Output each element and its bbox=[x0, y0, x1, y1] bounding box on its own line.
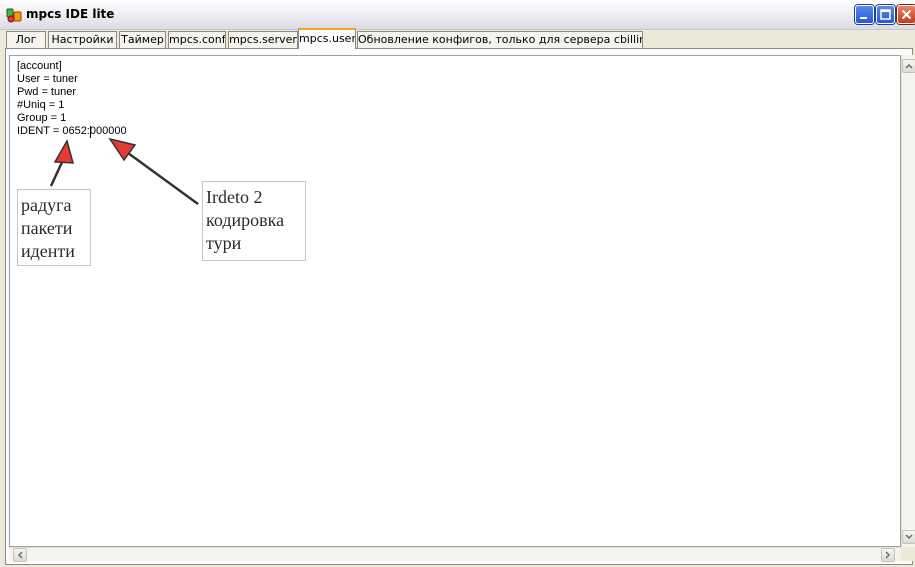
annotation-note-right: Irdeto 2 кодировка тури bbox=[202, 181, 306, 261]
tab-mpcs-user[interactable]: mpcs.user bbox=[298, 28, 356, 49]
annotation-note-left: радуга пакети иденти bbox=[17, 189, 91, 266]
scroll-left-button[interactable] bbox=[13, 548, 27, 562]
note-right-line: Irdeto 2 bbox=[206, 187, 263, 207]
chevron-down-icon bbox=[905, 534, 913, 540]
scroll-right-button[interactable] bbox=[881, 548, 895, 562]
scrollbar-corner bbox=[901, 547, 915, 561]
arrow-head-left bbox=[53, 139, 74, 164]
note-left-line: иденти bbox=[21, 241, 75, 261]
horizontal-scrollbar[interactable] bbox=[9, 547, 901, 562]
arrow-line-right bbox=[127, 151, 199, 206]
note-right-line: тури bbox=[206, 233, 242, 253]
note-right-line: кодировка bbox=[206, 210, 285, 230]
scroll-up-button[interactable] bbox=[902, 59, 915, 73]
chevron-right-icon bbox=[885, 551, 891, 559]
note-left-line: радуга bbox=[21, 195, 72, 215]
chevron-left-icon bbox=[17, 551, 23, 559]
note-left-line: пакети bbox=[21, 218, 73, 238]
vertical-scrollbar[interactable] bbox=[901, 55, 915, 547]
chevron-up-icon bbox=[905, 63, 913, 69]
annotation-arrows bbox=[49, 137, 199, 206]
scroll-down-button[interactable] bbox=[902, 530, 915, 544]
arrow-line-left bbox=[49, 159, 65, 187]
